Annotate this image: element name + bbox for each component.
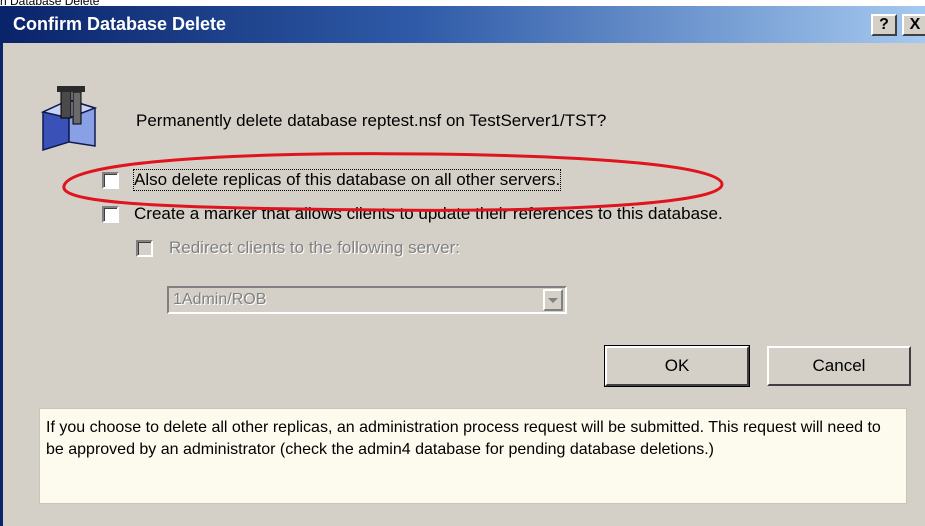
redirect-clients-label: Redirect clients to the following server… [169,238,461,257]
create-marker-label[interactable]: Create a marker that allows clients to u… [134,204,723,224]
database-delete-icon [40,86,98,152]
screenshot-stage: n Database Delete Confirm Database Delet… [0,0,925,526]
delete-prompt: Permanently delete database reptest.nsf … [136,111,607,130]
redirect-clients-checkbox[interactable] [136,240,153,257]
info-text: If you choose to delete all other replic… [46,419,881,458]
create-marker-checkbox[interactable] [102,206,119,223]
dialog-title: Confirm Database Delete [13,14,227,34]
dropdown-arrow-button[interactable] [543,289,563,311]
ok-button[interactable]: OK [604,345,750,387]
cancel-button[interactable]: Cancel [767,346,911,386]
help-button[interactable]: ? [871,14,897,36]
delete-replicas-label[interactable]: Also delete replicas of this database on… [132,169,562,191]
confirm-delete-dialog: Confirm Database Delete ? X Permanently … [0,6,925,526]
info-panel: If you choose to delete all other replic… [39,408,907,504]
redirect-server-value: 1Admin/ROB [173,291,267,308]
dialog-titlebar[interactable]: Confirm Database Delete ? X [3,6,925,43]
delete-replicas-checkbox[interactable] [102,172,119,189]
chevron-down-icon [548,298,558,303]
redirect-server-select[interactable]: 1Admin/ROB [167,286,567,314]
close-button[interactable]: X [902,14,925,36]
